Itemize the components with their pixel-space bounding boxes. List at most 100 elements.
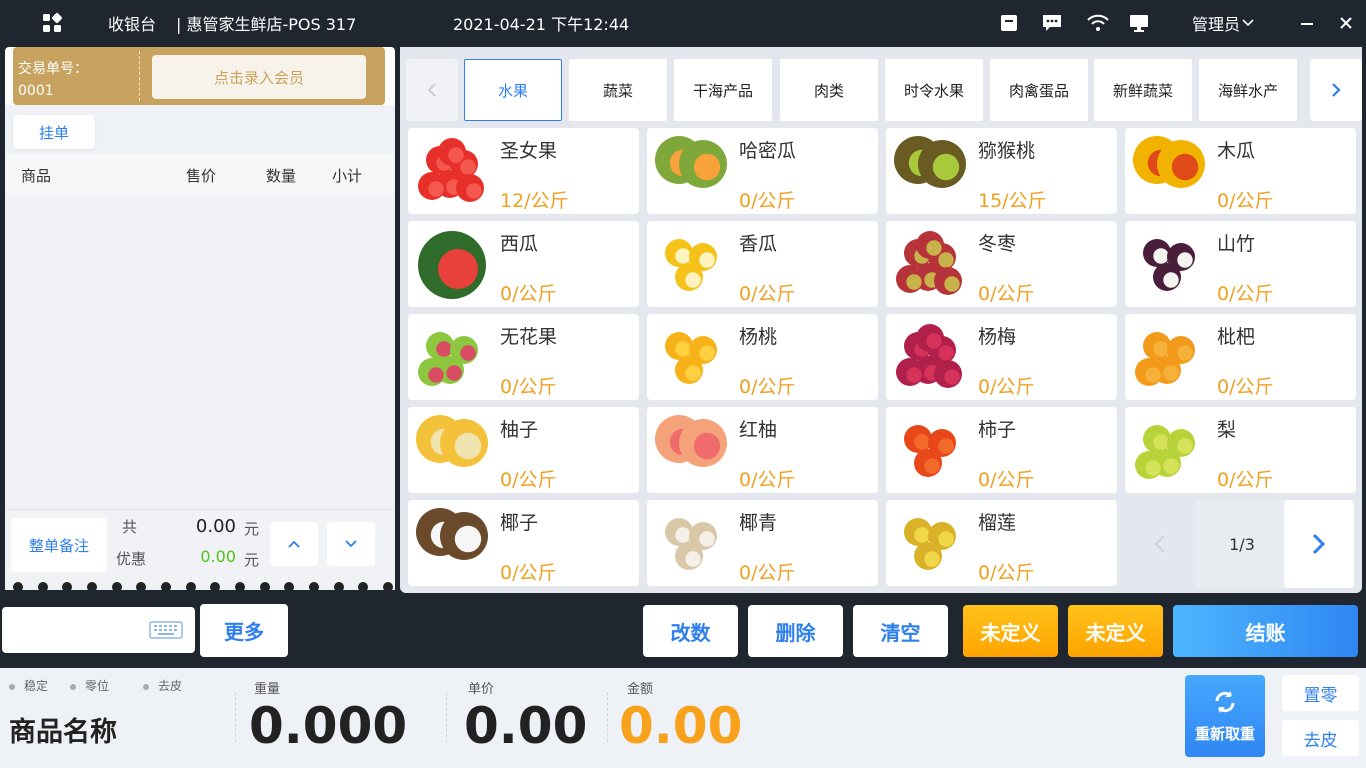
product-name: 杨梅 [978, 326, 1017, 348]
product-image [1127, 409, 1211, 491]
product-card[interactable]: 哈密瓜 0/公斤 [647, 128, 878, 214]
category-next-button[interactable] [1310, 59, 1362, 121]
product-price: 0/公斤 [500, 283, 557, 305]
cart-item-list[interactable] [5, 195, 395, 509]
product-card[interactable]: 木瓜 0/公斤 [1125, 128, 1356, 214]
cart-panel: 交易单号： 0001 点击录入会员 挂单 商品 售价 数量 小计 整单备注 共 … [5, 47, 395, 590]
cash-drawer-icon[interactable] [997, 11, 1021, 35]
message-icon[interactable] [1040, 11, 1064, 35]
barcode-input[interactable] [2, 607, 195, 653]
product-card[interactable]: 山竹 0/公斤 [1125, 221, 1356, 307]
more-button[interactable]: 更多 [200, 604, 288, 657]
zero-indicator: 零位 [70, 677, 109, 694]
product-card[interactable]: 椰青 0/公斤 [647, 500, 878, 586]
chevron-right-icon [1312, 533, 1326, 555]
category-tab[interactable]: 蔬菜 [569, 59, 667, 121]
product-name: 杨桃 [739, 326, 778, 348]
keyboard-icon[interactable] [149, 621, 183, 639]
product-name: 枇杷 [1217, 326, 1256, 348]
monitor-icon[interactable] [1127, 11, 1151, 35]
category-tab[interactable]: 肉禽蛋品 [990, 59, 1088, 121]
close-icon[interactable] [1334, 11, 1358, 35]
product-card[interactable]: 柚子 0/公斤 [408, 407, 639, 493]
product-card[interactable]: 猕猴桃 15/公斤 [886, 128, 1117, 214]
scroll-down-button[interactable] [327, 522, 375, 566]
top-bar: 收银台 | 惠管家生鲜店-POS 317 2021-04-21 下午12:44 … [0, 0, 1366, 46]
chevron-down-icon[interactable] [1240, 11, 1256, 35]
reweigh-button[interactable]: 重新取重 [1185, 675, 1265, 757]
product-price: 0/公斤 [500, 376, 557, 398]
product-price: 0/公斤 [1217, 190, 1274, 212]
grid-apps-icon[interactable] [40, 11, 64, 35]
product-card[interactable]: 冬枣 0/公斤 [886, 221, 1117, 307]
product-image [649, 502, 733, 584]
minimize-icon[interactable] [1295, 11, 1319, 35]
category-prev-button[interactable] [406, 59, 458, 121]
product-card[interactable]: 椰子 0/公斤 [408, 500, 639, 586]
zero-button[interactable]: 置零 [1282, 675, 1359, 711]
scroll-up-button[interactable] [270, 522, 318, 566]
product-name: 西瓜 [500, 233, 539, 255]
wifi-icon[interactable] [1086, 11, 1110, 35]
product-card[interactable]: 红柚 0/公斤 [647, 407, 878, 493]
product-image [410, 223, 494, 305]
weight-value: 0.000 [249, 697, 408, 755]
enter-member-button[interactable]: 点击录入会员 [152, 55, 366, 99]
product-name: 商品名称 [9, 717, 117, 748]
custom-action-button-2[interactable]: 未定义 [1068, 605, 1163, 657]
product-price: 0/公斤 [739, 562, 796, 584]
receipt-perforation [13, 582, 393, 590]
product-image [888, 502, 972, 584]
product-image [410, 409, 494, 491]
discount-label: 优惠 [116, 550, 147, 568]
product-card[interactable]: 香瓜 0/公斤 [647, 221, 878, 307]
order-note-button[interactable]: 整单备注 [11, 518, 107, 572]
stable-indicator: 稳定 [9, 677, 48, 694]
product-name: 木瓜 [1217, 140, 1256, 162]
category-tab[interactable]: 新鲜蔬菜 [1094, 59, 1192, 121]
product-image [649, 223, 733, 305]
product-image [888, 409, 972, 491]
page-prev-button[interactable] [1125, 500, 1195, 588]
product-card[interactable]: 梨 0/公斤 [1125, 407, 1356, 493]
product-card[interactable]: 杨梅 0/公斤 [886, 314, 1117, 400]
tare-button[interactable]: 去皮 [1282, 720, 1359, 756]
order-label: 交易单号： [18, 61, 88, 77]
product-price: 15/公斤 [978, 190, 1047, 212]
product-name: 椰青 [739, 512, 778, 534]
app-title: 收银台 [108, 15, 157, 34]
product-card[interactable]: 圣女果 12/公斤 [408, 128, 639, 214]
product-card[interactable]: 杨桃 0/公斤 [647, 314, 878, 400]
col-subtotal: 小计 [332, 167, 363, 185]
page-indicator: 1/3 [1195, 500, 1289, 588]
product-image [1127, 316, 1211, 398]
category-tab[interactable]: 海鲜水产 [1199, 59, 1297, 121]
product-card[interactable]: 西瓜 0/公斤 [408, 221, 639, 307]
category-tab[interactable]: 水果 [464, 59, 562, 121]
user-menu[interactable]: 管理员 [1192, 11, 1240, 35]
custom-action-button-1[interactable]: 未定义 [963, 605, 1058, 657]
product-name: 柿子 [978, 419, 1017, 441]
checkout-button[interactable]: 结账 [1173, 605, 1358, 657]
product-card[interactable]: 无花果 0/公斤 [408, 314, 639, 400]
product-name: 梨 [1217, 419, 1237, 441]
category-tab[interactable]: 肉类 [780, 59, 878, 121]
product-price: 0/公斤 [978, 562, 1035, 584]
product-card[interactable]: 榴莲 0/公斤 [886, 500, 1117, 586]
product-name: 香瓜 [739, 233, 778, 255]
product-price: 12/公斤 [500, 190, 569, 212]
product-card[interactable]: 枇杷 0/公斤 [1125, 314, 1356, 400]
product-card[interactable]: 柿子 0/公斤 [886, 407, 1117, 493]
clear-button[interactable]: 清空 [853, 605, 948, 657]
page-next-button[interactable] [1284, 500, 1354, 588]
weight-label: 重量 [254, 682, 281, 697]
category-tab[interactable]: 干海产品 [674, 59, 772, 121]
product-image [888, 223, 972, 305]
product-image [888, 316, 972, 398]
tare-indicator: 去皮 [143, 677, 182, 694]
hold-order-button[interactable]: 挂单 [13, 115, 95, 149]
category-tab[interactable]: 时令水果 [885, 59, 983, 121]
edit-quantity-button[interactable]: 改数 [643, 605, 738, 657]
delete-button[interactable]: 删除 [748, 605, 843, 657]
reweigh-label: 重新取重 [1194, 725, 1255, 743]
